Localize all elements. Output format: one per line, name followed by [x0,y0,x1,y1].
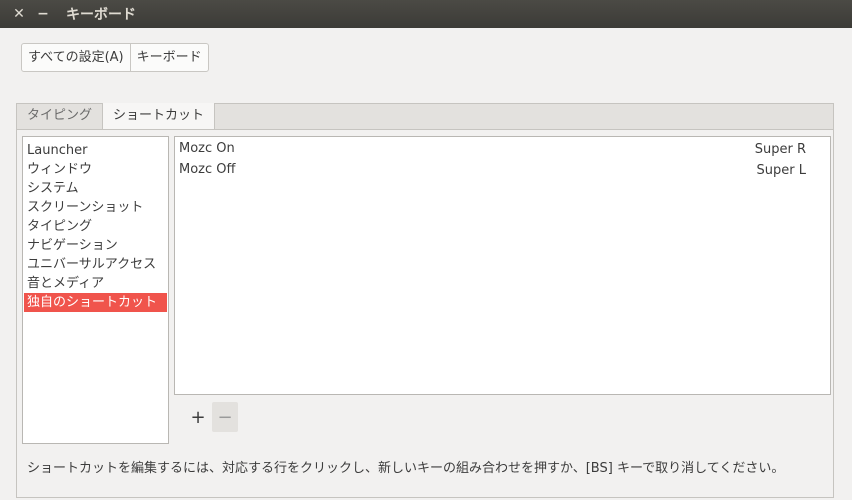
window-title: キーボード [66,7,136,23]
category-item-typing[interactable]: タイピング [23,217,168,236]
shortcut-name: Mozc Off [179,162,236,177]
shortcut-name: Mozc On [179,141,235,156]
add-shortcut-button[interactable]: + [185,402,211,432]
minimize-icon[interactable]: − [33,4,53,24]
category-item-screenshots[interactable]: スクリーンショット [23,198,168,217]
shortcut-key[interactable]: Super L [757,160,806,181]
breadcrumb: すべての設定(A) キーボード [21,43,209,72]
shortcut-row[interactable]: Mozc Off Super L [175,158,830,179]
title-bar: ✕ − キーボード [0,0,852,28]
shortcuts-page: Launcher ウィンドウ システム スクリーンショット タイピング ナビゲー… [16,129,834,498]
category-item-universal-access[interactable]: ユニバーサルアクセス [23,255,168,274]
category-list[interactable]: Launcher ウィンドウ システム スクリーンショット タイピング ナビゲー… [22,136,169,444]
keyboard-crumb-button[interactable]: キーボード [129,44,208,71]
category-item-navigation[interactable]: ナビゲーション [23,236,168,255]
category-item-system[interactable]: システム [23,179,168,198]
category-item-sound-media[interactable]: 音とメディア [23,274,168,293]
category-item-windows[interactable]: ウィンドウ [23,160,168,179]
remove-shortcut-button[interactable]: − [212,402,238,432]
edit-hint-text: ショートカットを編集するには、対応する行をクリックし、新しいキーの組み合わせを押… [27,461,785,476]
tab-typing[interactable]: タイピング [17,104,102,129]
category-item-custom-shortcuts[interactable]: 独自のショートカット [24,293,167,312]
close-icon[interactable]: ✕ [9,4,29,24]
shortcut-row[interactable]: Mozc On Super R [175,137,830,158]
category-item-launcher[interactable]: Launcher [23,141,168,160]
shortcut-list[interactable]: Mozc On Super R Mozc Off Super L [174,136,831,395]
tab-shortcuts[interactable]: ショートカット [102,103,216,130]
tab-strip: タイピング ショートカット [16,103,834,130]
shortcut-key[interactable]: Super R [755,139,806,160]
all-settings-button[interactable]: すべての設定(A) [22,44,130,71]
settings-notebook: タイピング ショートカット Launcher ウィンドウ システム スクリーンシ… [16,103,834,498]
